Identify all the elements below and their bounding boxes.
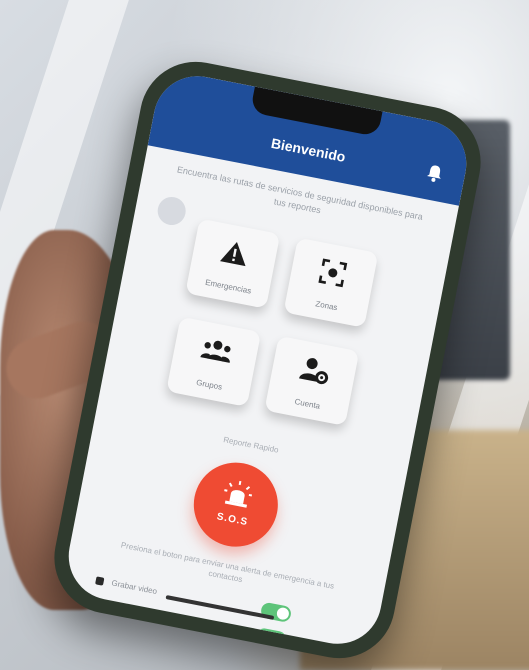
video-icon (95, 576, 105, 586)
sos-label: S.O.S (215, 511, 249, 529)
option-label: Grabar video (110, 578, 158, 597)
scan-icon (318, 258, 348, 288)
avatar[interactable] (155, 194, 189, 228)
tile-grupos[interactable]: Grupos (166, 316, 262, 407)
user-settings-icon (299, 358, 329, 385)
tile-label: Cuenta (293, 397, 321, 411)
tile-emergencias[interactable]: Emergencias (185, 218, 281, 309)
group-icon (200, 340, 231, 363)
toggle-grabar-video[interactable] (259, 601, 293, 623)
tile-zonas[interactable]: Zonas (283, 237, 379, 328)
home-indicator (165, 594, 274, 620)
tile-label: Emergencias (204, 277, 253, 296)
alert-icon (90, 601, 100, 612)
photo-background: Bienvenido Encuentra las rutas de servic… (0, 0, 529, 670)
toggle-enviar-alerta[interactable] (254, 627, 288, 649)
option-enviar-alerta: Enviar alerta (90, 601, 152, 622)
siren-icon (223, 480, 252, 508)
sos-button[interactable]: S.O.S (186, 455, 285, 554)
sos-help-text: Presiona el boton para enviar una alerta… (120, 540, 335, 591)
option-label: Enviar alerta (105, 603, 152, 622)
warning-icon (219, 242, 246, 267)
phone-notch (249, 86, 383, 137)
tile-cuenta[interactable]: Cuenta (264, 335, 360, 426)
tile-label: Grupos (195, 377, 223, 392)
bell-icon[interactable] (425, 163, 444, 184)
tile-label: Zonas (314, 299, 339, 313)
option-grabar-video: Grabar video (95, 576, 158, 597)
